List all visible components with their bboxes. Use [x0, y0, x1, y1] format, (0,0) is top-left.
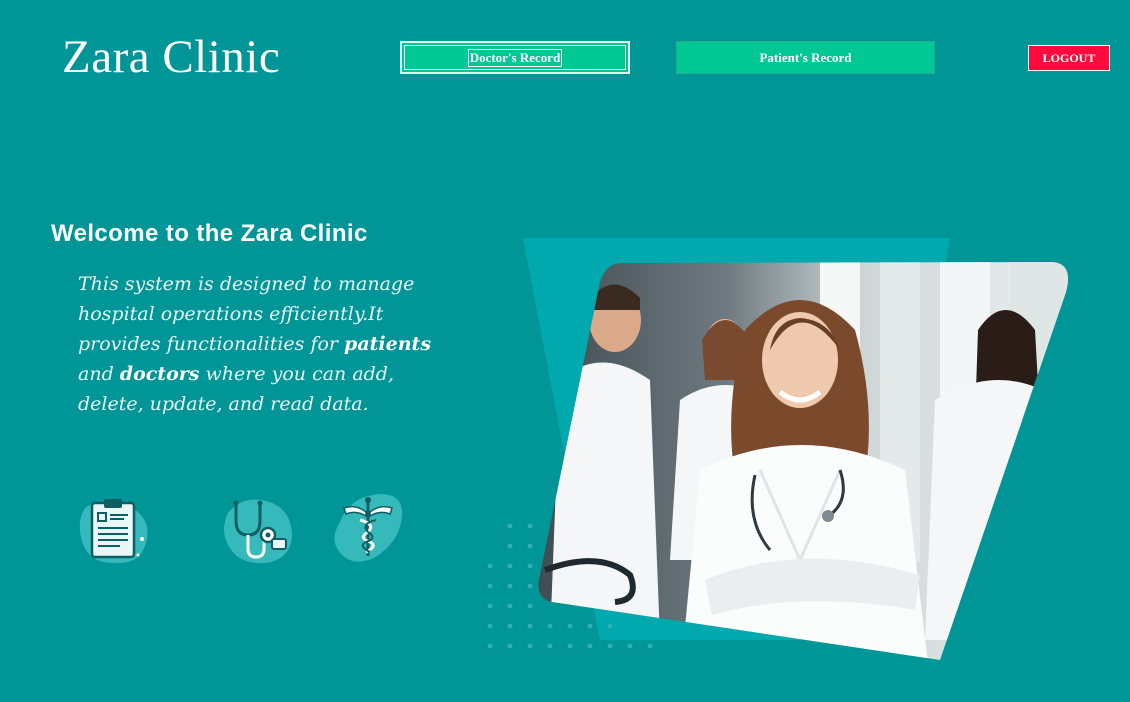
- patients-record-label: Patient's Record: [759, 49, 852, 65]
- desc-doctors: doctors: [119, 363, 200, 385]
- clipboard-icon: [78, 497, 150, 571]
- app-title: Zara Clinic: [62, 31, 281, 83]
- stethoscope-icon: [222, 495, 294, 571]
- patients-record-button[interactable]: Patient's Record: [676, 41, 935, 74]
- decor-shape: [523, 238, 950, 640]
- doctors-record-button[interactable]: Doctor's Record: [400, 41, 630, 74]
- welcome-heading: Welcome to the Zara Clinic: [51, 220, 368, 247]
- hero-description: This system is designed to manage hospit…: [78, 269, 458, 419]
- doctors-record-label: Doctor's Record: [467, 48, 563, 67]
- caduceus-icon: [330, 492, 406, 570]
- dot-pattern: [487, 523, 653, 649]
- logout-button[interactable]: LOGOUT: [1028, 45, 1110, 71]
- desc-text-2: and: [78, 363, 120, 385]
- desc-patients: patients: [344, 333, 432, 355]
- doctors-photo: [538, 262, 1068, 660]
